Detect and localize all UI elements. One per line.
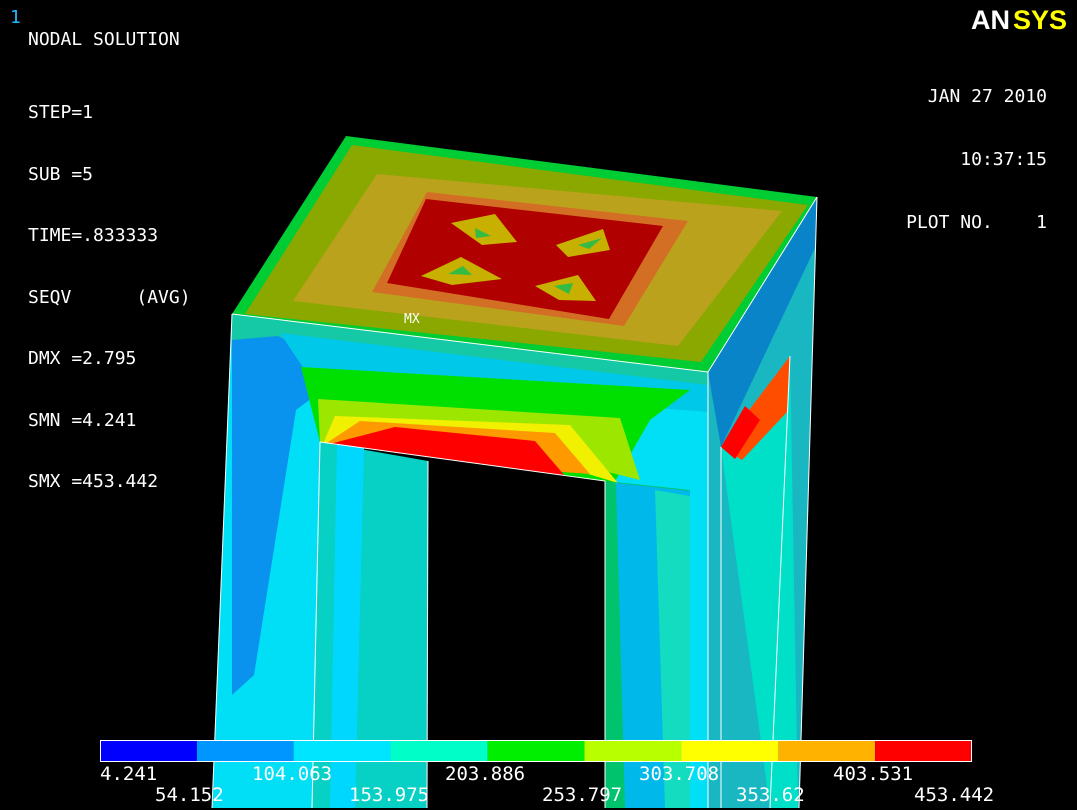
- legend-swatch: [293, 740, 391, 762]
- legend-swatch: [681, 740, 779, 762]
- nodal-solution-title: NODAL SOLUTION: [28, 29, 180, 50]
- legend-swatches: [100, 740, 972, 762]
- solution-info-step: STEP=1: [28, 102, 94, 123]
- legend-swatch: [390, 740, 488, 762]
- legend-label: 4.241: [100, 763, 158, 785]
- legend-swatch: [778, 740, 876, 762]
- legend-label: 403.531: [833, 763, 914, 785]
- legend-label: 203.886: [445, 763, 526, 785]
- legend-swatch: [196, 740, 294, 762]
- window-number: 1: [10, 7, 21, 28]
- solution-info-time: TIME=.833333: [28, 225, 159, 246]
- solution-info: STEP=1 SUB =5 TIME=.833333 SEQV (AVG) DM…: [28, 62, 191, 513]
- legend-label: 54.152: [155, 784, 224, 806]
- legend-swatch: [584, 740, 682, 762]
- ansys-logo-sys: SYS: [1013, 6, 1067, 35]
- solution-info-sub: SUB =5: [28, 163, 94, 185]
- legend-label: 353.62: [736, 784, 805, 806]
- plot-time: 10:37:15: [960, 149, 1047, 170]
- legend-swatch: [875, 740, 972, 762]
- solution-info-smx: SMX =453.442: [28, 471, 159, 492]
- legend-swatch: [100, 740, 197, 762]
- legend-swatch: [487, 740, 585, 762]
- ansys-logo: AN SYS: [971, 6, 1067, 35]
- plot-date: JAN 27 2010: [927, 86, 1047, 107]
- ansys-logo-an: AN: [971, 6, 1010, 35]
- max-marker: MX: [404, 312, 420, 327]
- legend-label: 303.708: [639, 763, 720, 785]
- solution-info-smn: SMN =4.241: [28, 409, 137, 431]
- solution-info-seqv: SEQV (AVG): [28, 286, 191, 308]
- legend-color-bar: [100, 740, 972, 762]
- solution-info-dmx: DMX =2.795: [28, 348, 137, 369]
- plot-number: PLOT NO. 1: [906, 212, 1047, 233]
- timestamp-panel: JAN 27 2010 10:37:15 PLOT NO. 1: [906, 44, 1047, 254]
- legend-label: 153.975: [349, 784, 430, 806]
- legend-label: 453.442: [914, 784, 995, 806]
- stress-model: [211, 136, 818, 809]
- legend-label: 104.063: [252, 763, 333, 785]
- legend-label: 253.797: [542, 784, 623, 806]
